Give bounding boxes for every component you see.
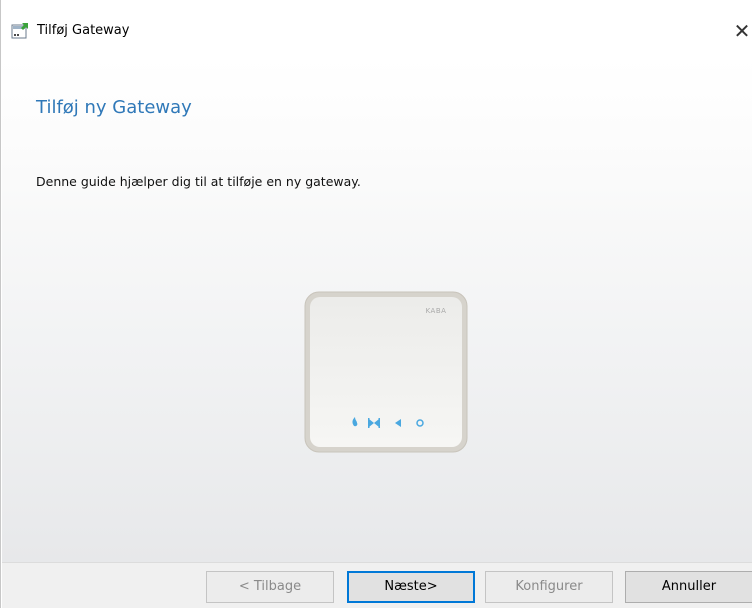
window-title: Tilføj Gateway bbox=[37, 23, 130, 38]
configure-button[interactable]: Konfigurer bbox=[485, 571, 613, 603]
cancel-button[interactable]: Annuller bbox=[625, 571, 752, 603]
wizard-content: Tilføj ny Gateway Denne guide hjælper di… bbox=[2, 58, 752, 562]
button-bar: < Tilbage Næste> Konfigurer Annuller bbox=[2, 562, 752, 608]
next-button[interactable]: Næste> bbox=[347, 571, 475, 603]
page-title: Tilføj ny Gateway bbox=[36, 97, 192, 118]
gateway-device-image: KABA bbox=[304, 291, 468, 453]
gateway-app-icon bbox=[11, 22, 29, 40]
close-icon: ✕ bbox=[733, 19, 751, 43]
dialog-window: Tilføj Gateway ✕ Tilføj ny Gateway Denne… bbox=[0, 0, 752, 608]
title-bar: Tilføj Gateway ✕ bbox=[1, 0, 752, 58]
wizard-description: Denne guide hjælper dig til at tilføje e… bbox=[36, 174, 361, 189]
close-button[interactable]: ✕ bbox=[727, 14, 752, 48]
back-button[interactable]: < Tilbage bbox=[206, 571, 334, 603]
device-brand-label: KABA bbox=[426, 307, 447, 315]
